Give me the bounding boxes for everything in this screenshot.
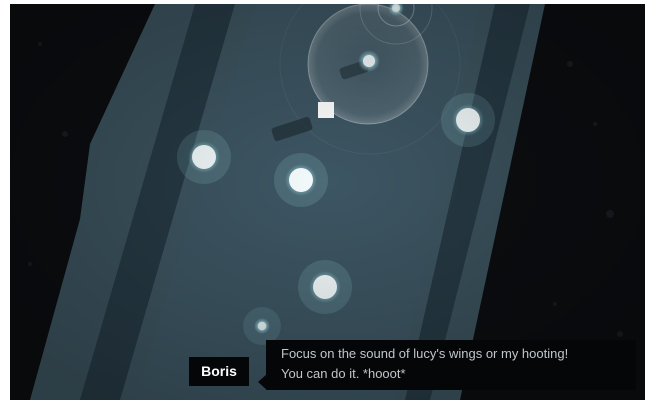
speaker-name: Boris [201, 363, 237, 379]
game-frame: Boris Focus on the sound of lucy's wings… [0, 0, 645, 400]
speaker-name-tag: Boris [189, 357, 249, 386]
dialog-box[interactable]: Focus on the sound of lucy's wings or my… [266, 340, 636, 390]
dialog-line-1: Focus on the sound of lucy's wings or my… [281, 346, 569, 361]
game-viewport[interactable]: Boris Focus on the sound of lucy's wings… [10, 4, 645, 400]
dialog-line-2: You can do it. *hooot* [281, 366, 406, 381]
